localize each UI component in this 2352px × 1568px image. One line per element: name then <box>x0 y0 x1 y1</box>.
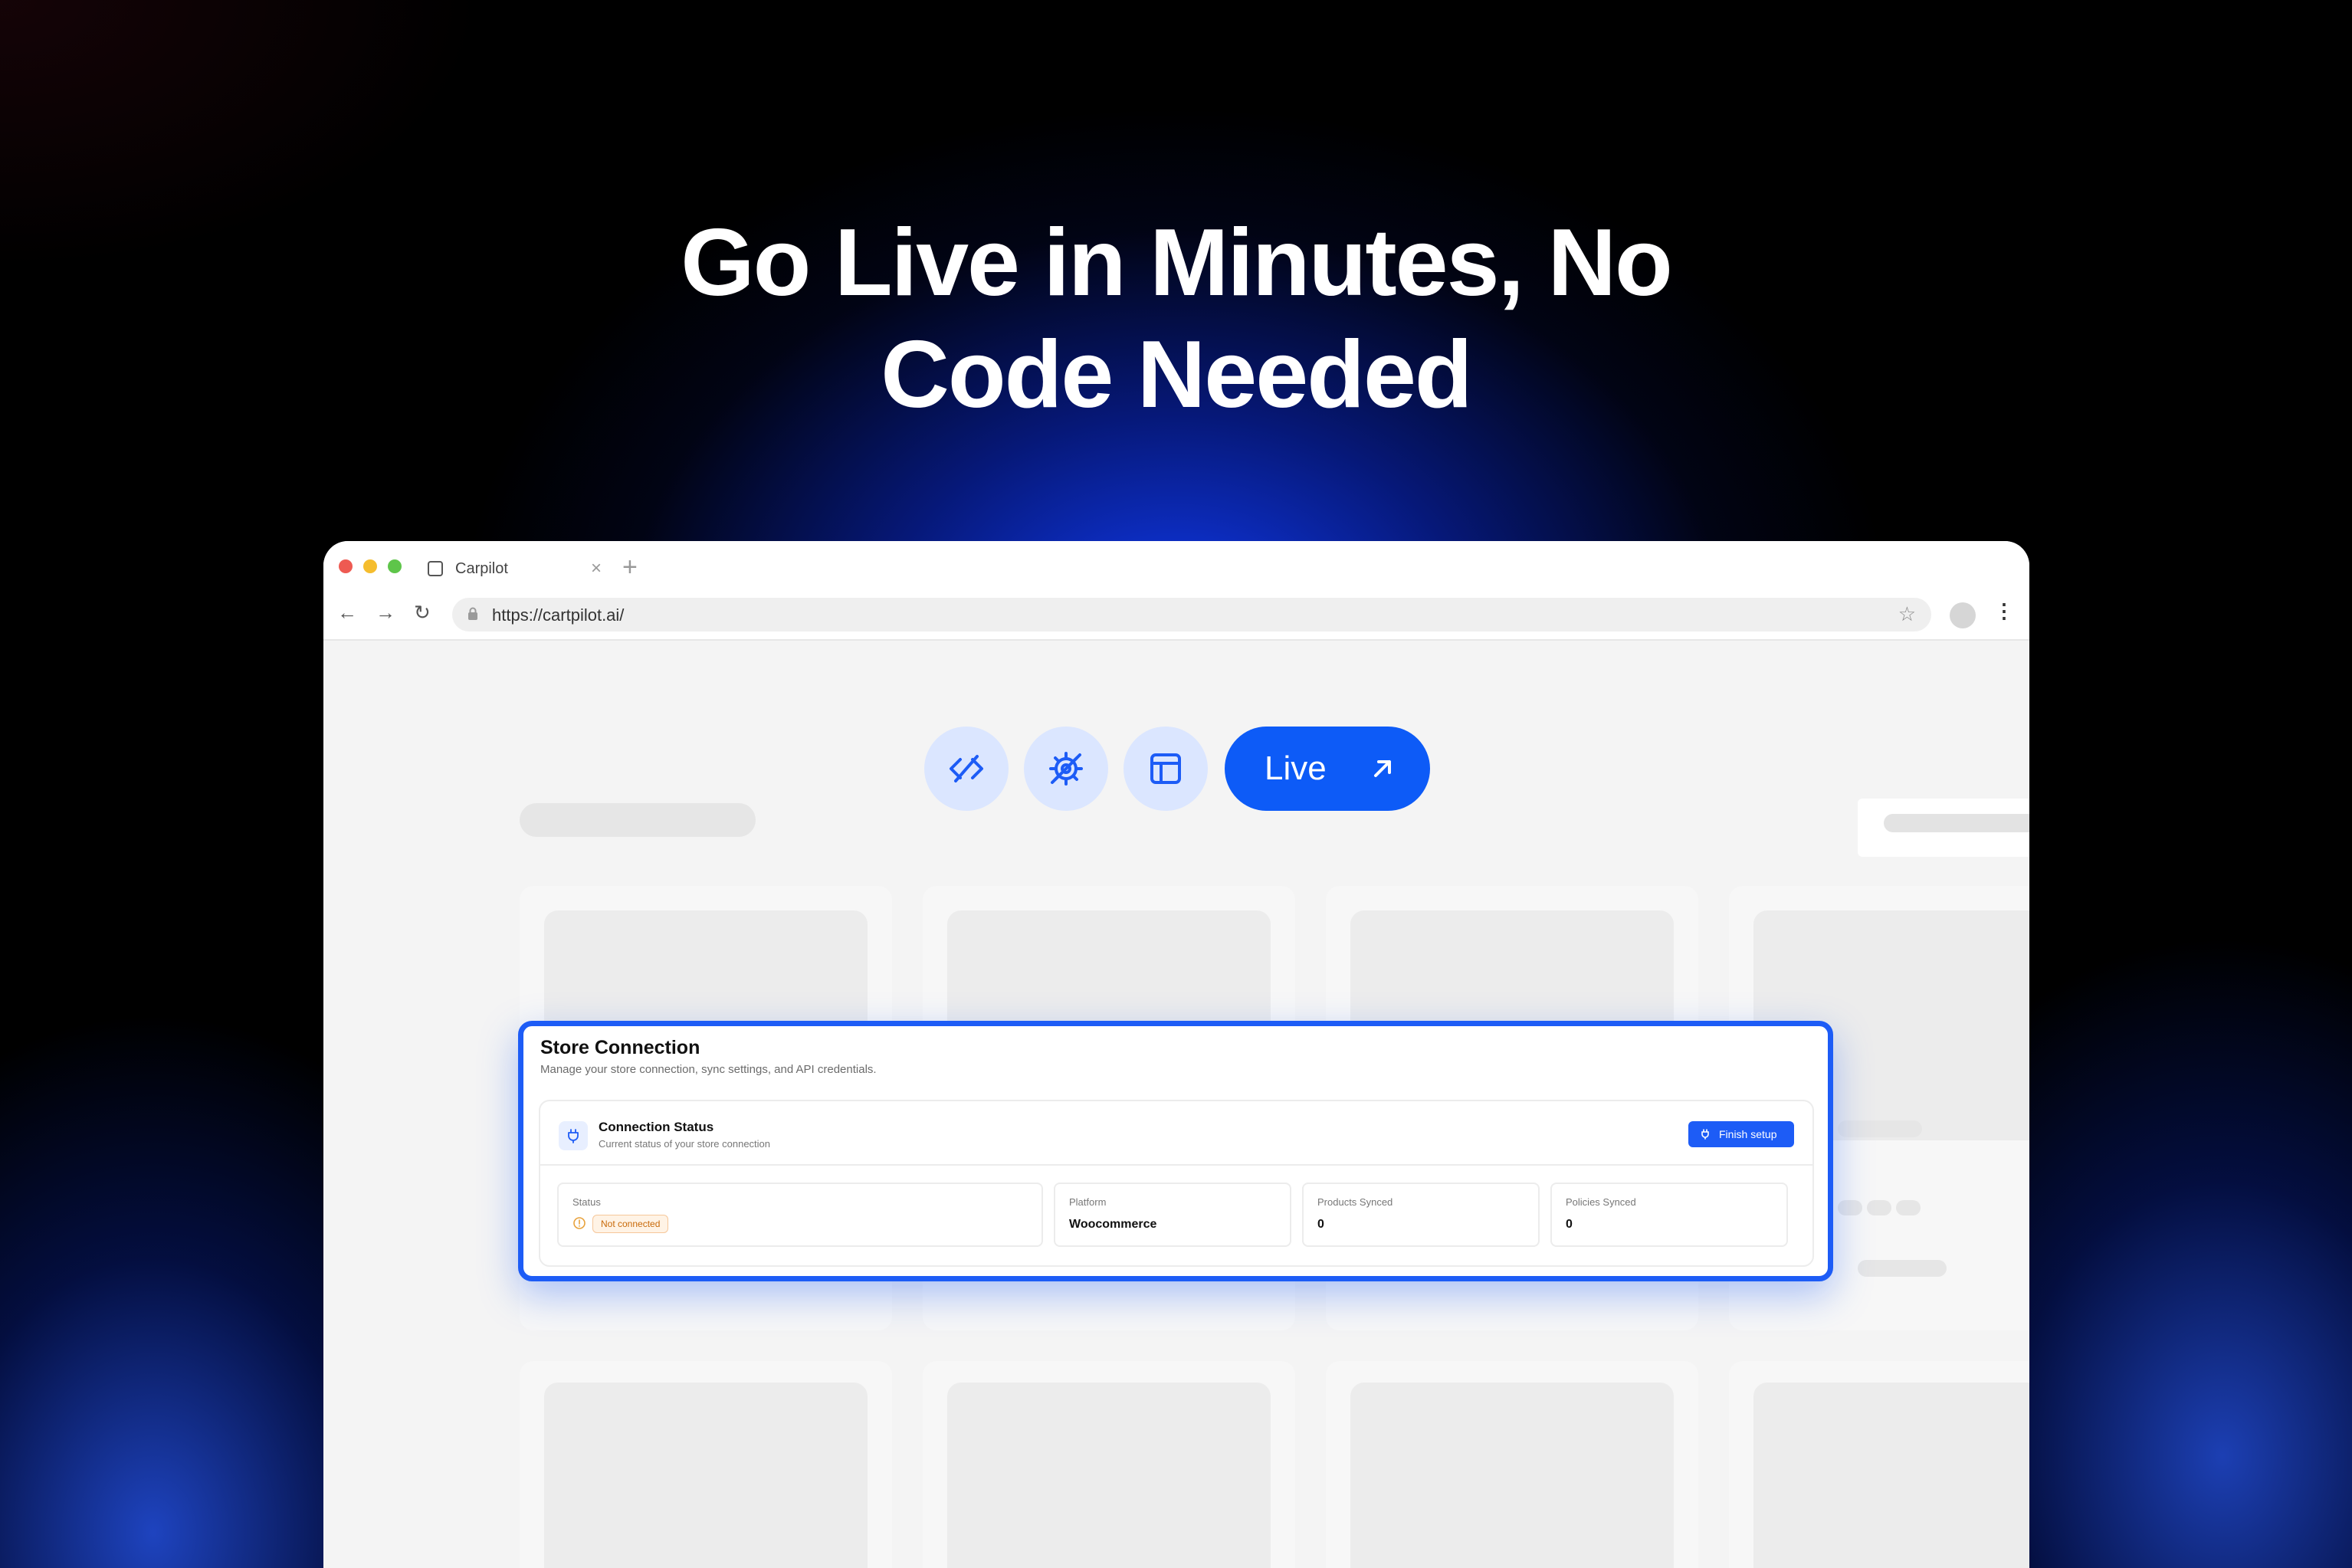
status-stat: Status Not connected <box>557 1183 1043 1247</box>
reload-icon[interactable]: ↻ <box>414 601 431 625</box>
headline-line-2: Code Needed <box>881 322 1472 428</box>
status-badge: Not connected <box>592 1215 669 1233</box>
address-bar[interactable]: https://cartpilot.ai/ ☆ <box>452 598 1931 631</box>
platform-label: Platform <box>1069 1196 1107 1208</box>
connection-status-subtitle: Current status of your store connection <box>599 1138 771 1150</box>
connection-status-title: Connection Status <box>599 1120 714 1134</box>
products-synced-label: Products Synced <box>1317 1196 1393 1208</box>
plug-icon <box>1701 1129 1709 1140</box>
browser-tab[interactable]: Carpilot × <box>420 552 608 586</box>
card-divider <box>540 1164 1812 1166</box>
bookmark-star-icon[interactable]: ☆ <box>1898 602 1916 626</box>
forward-arrow-icon[interactable]: → <box>376 601 395 625</box>
store-connection-panel: Store Connection Manage your store conne… <box>518 1021 1833 1281</box>
finish-setup-button[interactable]: Finish setup <box>1688 1121 1794 1147</box>
tab-close-icon[interactable]: × <box>591 558 602 579</box>
plug-icon-box <box>559 1121 588 1150</box>
settings-off-button[interactable] <box>1024 727 1108 811</box>
title-skeleton <box>520 803 756 837</box>
card-dot-skeleton <box>1867 1200 1891 1215</box>
product-image-skeleton <box>1753 1383 2029 1568</box>
tab-favicon-icon <box>428 561 443 576</box>
platform-stat: Platform Woocommerce <box>1054 1183 1291 1247</box>
card-price-skeleton <box>1858 1260 1947 1277</box>
live-button[interactable]: Live <box>1225 727 1430 811</box>
policies-synced-value: 0 <box>1566 1218 1573 1231</box>
page-headline: Go Live in Minutes, No Code Needed <box>0 207 2352 431</box>
browser-menu-icon[interactable]: ⋮ <box>1994 599 2014 623</box>
new-tab-icon[interactable]: + <box>622 552 638 582</box>
live-button-label: Live <box>1265 750 1327 787</box>
connection-status-card: Connection Status Current status of your… <box>539 1100 1814 1267</box>
card-text-skeleton <box>1838 1120 1922 1137</box>
card-dot-skeleton <box>1896 1200 1921 1215</box>
platform-value: Woocommerce <box>1069 1218 1157 1231</box>
product-image-skeleton <box>1350 1383 1674 1568</box>
arrow-up-right-icon <box>1373 760 1391 777</box>
url-text: https://cartpilot.ai/ <box>492 605 625 625</box>
maximize-window-dot[interactable] <box>388 559 402 573</box>
unlink-code-icon <box>950 755 983 782</box>
tab-title: Carpilot <box>455 559 508 577</box>
minimize-window-dot[interactable] <box>363 559 377 573</box>
product-image-skeleton <box>544 1383 868 1568</box>
layout-button[interactable] <box>1124 727 1208 811</box>
unlink-code-button[interactable] <box>924 727 1009 811</box>
warning-icon <box>573 1217 586 1229</box>
search-skeleton-line <box>1884 814 2029 832</box>
status-label: Status <box>572 1196 601 1208</box>
plug-icon <box>568 1129 579 1143</box>
browser-chrome: Carpilot × + ← → ↻ https://cartpilot.ai/… <box>323 541 2029 641</box>
panel-subtitle: Manage your store connection, sync setti… <box>540 1063 877 1076</box>
close-window-dot[interactable] <box>339 559 353 573</box>
gear-icon <box>1049 752 1083 786</box>
policies-synced-stat: Policies Synced 0 <box>1550 1183 1788 1247</box>
products-synced-stat: Products Synced 0 <box>1302 1183 1540 1247</box>
product-image-skeleton <box>947 1383 1271 1568</box>
card-dot-skeleton <box>1838 1200 1862 1215</box>
policies-synced-label: Policies Synced <box>1566 1196 1636 1208</box>
finish-setup-label: Finish setup <box>1719 1128 1777 1140</box>
lock-icon <box>468 607 477 620</box>
profile-avatar[interactable] <box>1950 602 1976 628</box>
headline-line-1: Go Live in Minutes, No <box>681 210 1673 316</box>
layout-icon <box>1150 753 1181 784</box>
products-synced-value: 0 <box>1317 1218 1324 1231</box>
panel-title: Store Connection <box>540 1037 700 1058</box>
back-arrow-icon[interactable]: ← <box>337 601 357 625</box>
